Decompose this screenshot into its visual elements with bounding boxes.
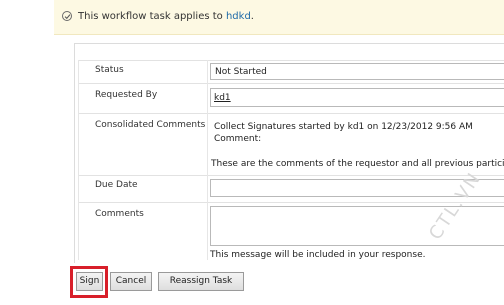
check-circle-icon	[62, 11, 72, 21]
consolidated-comments-label: Consolidated Comments	[95, 120, 206, 130]
cancel-button[interactable]: Cancel	[110, 272, 152, 291]
sign-button-highlight	[70, 266, 108, 298]
row-divider	[78, 175, 504, 176]
row-divider	[78, 202, 504, 203]
row-divider	[78, 83, 504, 84]
consolidated-comments-line1: Collect Signatures started by kd1 on 12/…	[214, 122, 473, 132]
column-divider	[207, 60, 208, 260]
requested-by-field: kd1	[210, 88, 504, 107]
consolidated-comments-line2: Comment:	[214, 134, 262, 144]
requested-by-user-link[interactable]: kd1	[214, 93, 231, 103]
task-item-link[interactable]: hdkd	[226, 11, 251, 22]
due-date-label: Due Date	[95, 180, 138, 190]
banner-message: This workflow task applies to hdkd.	[78, 11, 254, 22]
workflow-banner: This workflow task applies to hdkd.	[54, 0, 504, 35]
comments-label: Comments	[95, 209, 144, 219]
row-divider	[78, 113, 504, 114]
row-divider	[78, 60, 504, 61]
status-field: Not Started	[210, 63, 504, 80]
status-label: Status	[95, 65, 124, 75]
column-divider	[78, 60, 79, 260]
comments-help-text: This message will be included in your re…	[210, 250, 426, 260]
reassign-task-button[interactable]: Reassign Task	[158, 272, 244, 291]
requested-by-label: Requested By	[95, 90, 158, 100]
status-value: Not Started	[215, 67, 267, 77]
consolidated-comments-line3: These are the comments of the requestor …	[211, 159, 504, 169]
